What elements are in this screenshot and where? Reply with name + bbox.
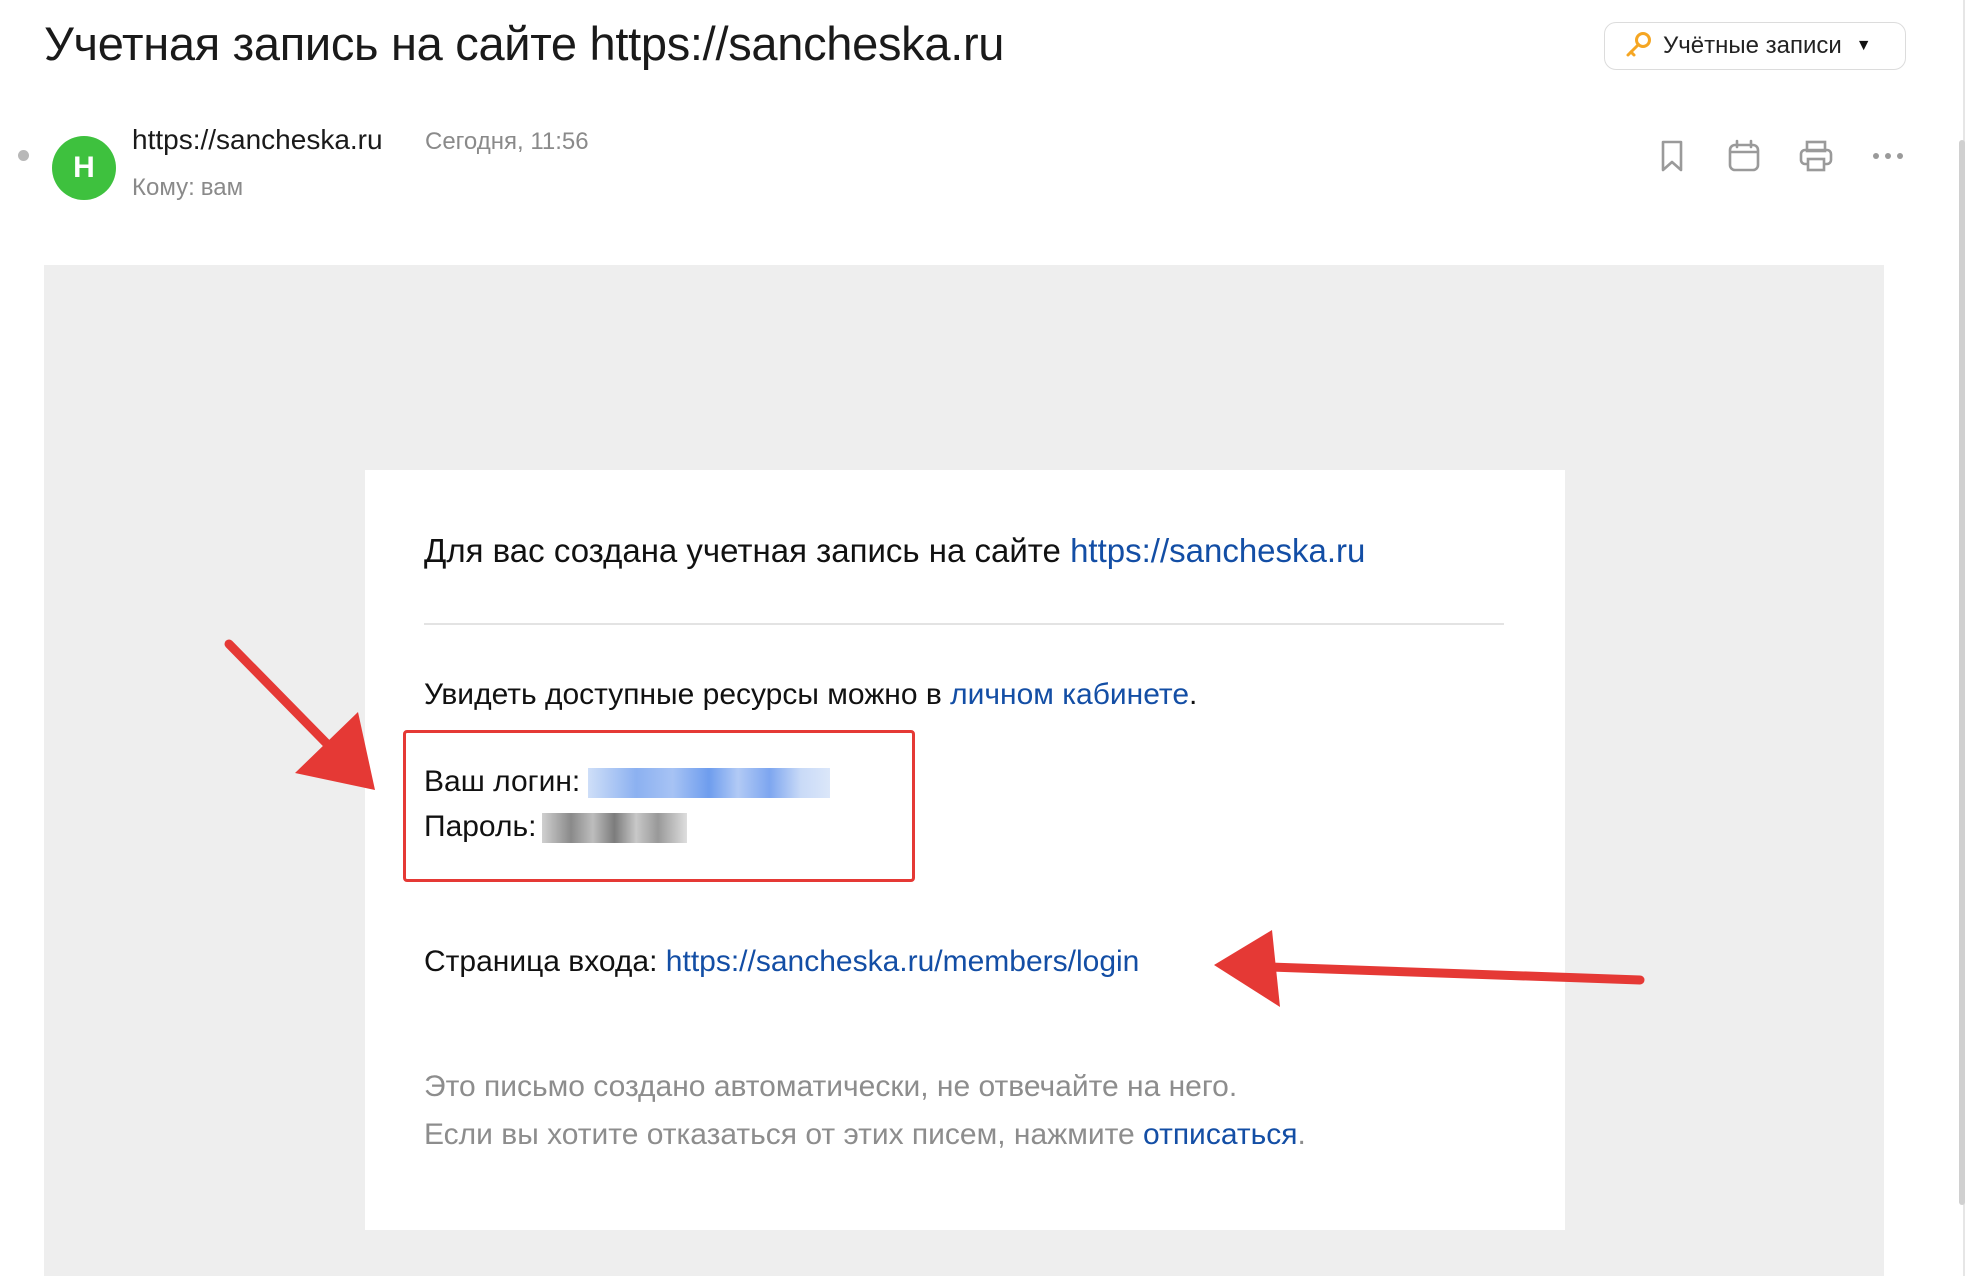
intro-line: Для вас создана учетная запись на сайте … [424, 532, 1365, 570]
annotation-arrow-down-right [224, 639, 375, 790]
footer-auto-note: Это письмо создано автоматически, не отв… [424, 1070, 1238, 1103]
login-page-label: Страница входа: [424, 945, 666, 978]
more-button[interactable] [1868, 136, 1908, 176]
calendar-button[interactable] [1724, 136, 1764, 176]
print-button[interactable] [1796, 136, 1836, 176]
bookmark-icon [1661, 140, 1683, 172]
divider [424, 623, 1504, 625]
login-value-redacted [588, 768, 831, 799]
login-page-line: Страница входа: https://sancheska.ru/mem… [424, 945, 1139, 979]
key-icon [1626, 32, 1651, 57]
resources-text: Увидеть доступные ресурсы можно в [424, 678, 951, 711]
login-page-link[interactable]: https://sancheska.ru/members/login [666, 945, 1140, 978]
login-line: Ваш логин: [424, 765, 831, 799]
recipient-label: Кому: [132, 174, 195, 201]
sender-name[interactable]: https://sancheska.ru [132, 124, 383, 156]
resources-line: Увидеть доступные ресурсы можно в личном… [424, 678, 1197, 712]
footer-end: . [1297, 1118, 1306, 1151]
accounts-button-label: Учётные записи [1663, 32, 1842, 59]
login-label: Ваш логин: [424, 765, 581, 798]
password-line: Пароль: [424, 810, 688, 844]
cabinet-link[interactable]: личном кабинете [950, 678, 1189, 711]
password-label: Пароль: [424, 810, 537, 843]
recipient-line: Кому: вам [132, 174, 243, 202]
calendar-icon [1728, 139, 1760, 172]
password-value-redacted [542, 813, 688, 844]
site-link[interactable]: https://sancheska.ru [1070, 532, 1365, 569]
intro-text: Для вас создана учетная запись на сайте [424, 532, 1071, 569]
mail-reader: Учетная запись на сайте https://sanchesk… [0, 0, 1965, 1276]
bookmark-button[interactable] [1652, 136, 1692, 176]
chevron-down-icon: ▼ [1855, 37, 1872, 54]
accounts-button[interactable]: Учётные записи ▼ [1604, 22, 1906, 70]
unread-dot [18, 150, 29, 161]
scrollbar[interactable] [1959, 140, 1965, 1205]
footer-text: Если вы хотите отказаться от этих писем,… [424, 1118, 1144, 1151]
message-subject: Учетная запись на сайте https://sanchesk… [44, 17, 1005, 70]
more-icon [1873, 153, 1903, 159]
annotation-arrow-left [1214, 930, 1645, 1007]
recipient-value[interactable]: вам [201, 174, 243, 201]
email-card: Для вас создана учетная запись на сайте … [365, 470, 1565, 1230]
unsubscribe-link[interactable]: отписаться [1143, 1118, 1297, 1151]
footer-unsubscribe-line: Если вы хотите отказаться от этих писем,… [424, 1118, 1306, 1152]
resources-end: . [1189, 678, 1198, 711]
message-date: Сегодня, 11:56 [425, 128, 589, 155]
credentials-highlight-box [403, 730, 915, 882]
avatar: H [52, 136, 116, 200]
printer-icon [1799, 140, 1833, 172]
